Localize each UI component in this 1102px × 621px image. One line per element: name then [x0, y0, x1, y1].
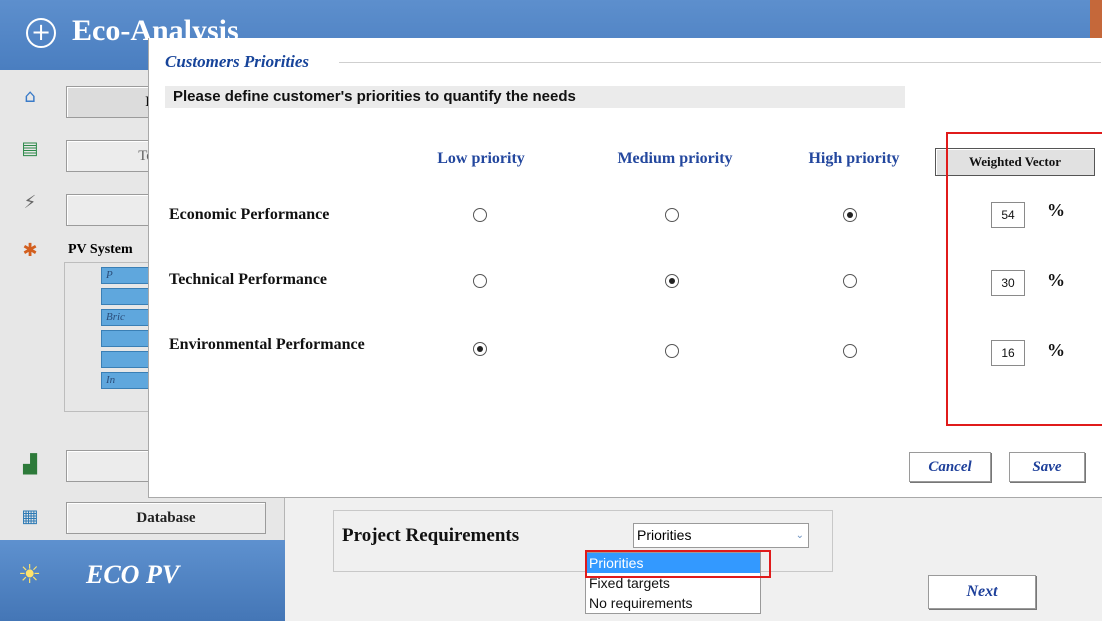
add-circle-icon[interactable]: + [26, 18, 56, 48]
requirements-dropdown[interactable]: Priorities ⌄ [633, 523, 809, 548]
column-medium-priority: Medium priority [617, 150, 733, 167]
requirements-option[interactable]: No requirements [586, 593, 760, 613]
main-bottom-area: Project Requirements Priorities ⌄ Priori… [285, 500, 1102, 621]
next-button[interactable]: Next [928, 575, 1036, 609]
radio-technical-high[interactable] [843, 274, 857, 288]
row-label-environmental: Environmental Performance [169, 336, 365, 353]
title-divider [339, 62, 1101, 63]
radio-economic-low[interactable] [473, 208, 487, 222]
radio-environmental-medium[interactable] [665, 344, 679, 358]
chevron-down-icon[interactable]: ⌄ [796, 524, 804, 547]
puzzle-icon: ✱ [22, 240, 38, 261]
radio-technical-medium[interactable] [665, 274, 679, 288]
column-low-priority: Low priority [437, 150, 525, 167]
radio-environmental-low[interactable] [473, 342, 487, 356]
row-label-technical: Technical Performance [169, 271, 328, 288]
percent-sign: % [1047, 200, 1065, 220]
pv-system-label: PV System [68, 242, 133, 257]
weight-input-economic[interactable]: 54 [991, 202, 1025, 228]
plug-icon: ⚡ [23, 192, 37, 213]
percent-sign: % [1047, 340, 1065, 360]
radio-technical-low[interactable] [473, 274, 487, 288]
row-label-economic: Economic Performance [169, 206, 330, 223]
percent-sign: % [1047, 270, 1065, 290]
weight-input-environmental[interactable]: 16 [991, 340, 1025, 366]
requirements-label: Project Requirements [342, 525, 520, 546]
dialog-instruction: Please define customer's priorities to q… [165, 86, 905, 108]
eco-pv-logo-icon: ☀ [18, 560, 42, 590]
sidebar-database-button[interactable]: Database [66, 502, 266, 534]
dialog-title: Customers Priorities [165, 52, 314, 72]
database-icon: ▦ [21, 506, 39, 527]
requirements-selected: Priorities [637, 527, 692, 543]
technology-icon: ▤ [21, 138, 39, 159]
project-icon: ⌂ [24, 86, 36, 107]
option-highlight-box [585, 550, 771, 578]
cancel-button[interactable]: Cancel [909, 452, 991, 482]
customers-priorities-dialog: Customers Priorities Please define custo… [148, 38, 1102, 498]
bar-chart-icon: ▟ [23, 454, 37, 475]
radio-economic-high[interactable] [843, 208, 857, 222]
radio-environmental-high[interactable] [843, 344, 857, 358]
app-footer-title: ECO PV [86, 560, 180, 589]
column-high-priority: High priority [808, 150, 900, 167]
weight-input-technical[interactable]: 30 [991, 270, 1025, 296]
radio-economic-medium[interactable] [665, 208, 679, 222]
save-button[interactable]: Save [1009, 452, 1085, 482]
app-footer: ☀ ECO PV [0, 540, 285, 621]
